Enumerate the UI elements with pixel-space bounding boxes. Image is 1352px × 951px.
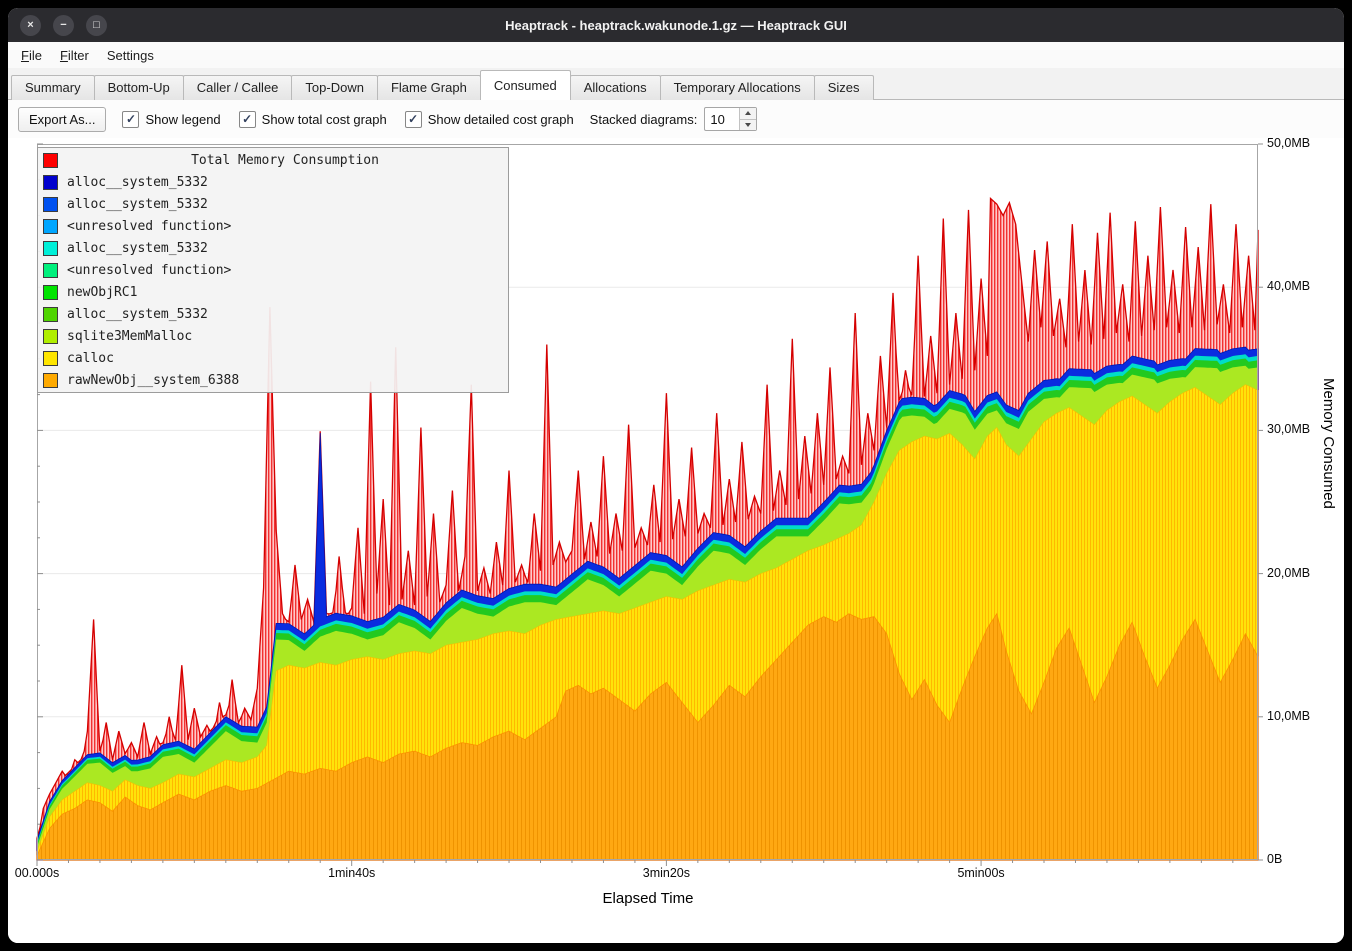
- legend-row: calloc: [38, 347, 508, 369]
- checkbox-box[interactable]: ✓: [239, 111, 256, 128]
- checkbox-box[interactable]: ✓: [122, 111, 139, 128]
- legend-title-row: Total Memory Consumption: [38, 149, 508, 171]
- maximize-button[interactable]: □: [86, 15, 107, 36]
- checkbox-show-legend[interactable]: ✓ Show legend: [122, 111, 220, 128]
- legend-swatch: [43, 241, 58, 256]
- legend-title: Total Memory Consumption: [67, 153, 503, 168]
- legend-swatch: [43, 373, 58, 388]
- legend-label: alloc__system_5332: [67, 307, 208, 322]
- y-axis-tick-label: 20,0MB: [1267, 566, 1310, 580]
- export-as-button[interactable]: Export As...: [18, 107, 106, 132]
- legend-label: newObjRC1: [67, 285, 137, 300]
- window-controls: ×−□: [20, 8, 107, 42]
- tab-consumed[interactable]: Consumed: [480, 70, 571, 100]
- y-axis-tick-label: 10,0MB: [1267, 709, 1310, 723]
- checkbox-show-total-cost-graph[interactable]: ✓ Show total cost graph: [239, 111, 387, 128]
- x-axis-tick-label: 00.000s: [15, 866, 59, 880]
- legend-swatch: [43, 175, 58, 190]
- legend-swatch: [43, 197, 58, 212]
- chart-area: Total Memory Consumption alloc__system_53…: [8, 138, 1344, 943]
- stacked-diagrams-group: Stacked diagrams: 10: [590, 107, 758, 131]
- legend-row: rawNewObj__system_6388: [38, 369, 508, 391]
- checkbox-label: Show detailed cost graph: [428, 112, 574, 127]
- menu-file[interactable]: File: [12, 44, 51, 67]
- legend-row: sqlite3MemMalloc: [38, 325, 508, 347]
- checkbox-group: ✓ Show legend ✓ Show total cost graph ✓ Show …: [122, 111, 573, 128]
- chevron-down-icon: [745, 123, 751, 127]
- menu-settings[interactable]: Settings: [98, 44, 163, 67]
- tab-caller-callee[interactable]: Caller / Callee: [183, 75, 293, 100]
- tab-top-down[interactable]: Top-Down: [291, 75, 378, 100]
- stacked-diagrams-label: Stacked diagrams:: [590, 112, 698, 127]
- legend-row: <unresolved function>: [38, 215, 508, 237]
- checkbox-show-detailed-cost-graph[interactable]: ✓ Show detailed cost graph: [405, 111, 574, 128]
- x-axis-title: Elapsed Time: [603, 890, 694, 907]
- tab-flame-graph[interactable]: Flame Graph: [377, 75, 481, 100]
- legend-label: sqlite3MemMalloc: [67, 329, 192, 344]
- legend-swatch: [43, 307, 58, 322]
- legend-swatch: [43, 153, 58, 168]
- legend-label: <unresolved function>: [67, 263, 231, 278]
- y-axis-tick-label: 0B: [1267, 852, 1282, 866]
- close-button[interactable]: ×: [20, 15, 41, 36]
- tab-summary[interactable]: Summary: [11, 75, 95, 100]
- menu-bar: FileFilterSettings: [8, 42, 1344, 68]
- legend-label: alloc__system_5332: [67, 197, 208, 212]
- tab-sizes[interactable]: Sizes: [814, 75, 874, 100]
- tab-bar: SummaryBottom-UpCaller / CalleeTop-DownF…: [8, 68, 1344, 100]
- checkbox-label: Show legend: [145, 112, 220, 127]
- legend-label: alloc__system_5332: [67, 175, 208, 190]
- stacked-diagrams-decrement-button[interactable]: [740, 120, 756, 131]
- legend-row: alloc__system_5332: [38, 303, 508, 325]
- x-axis-tick-label: 5min00s: [957, 866, 1004, 880]
- x-axis-tick-label: 3min20s: [643, 866, 690, 880]
- legend-row: alloc__system_5332: [38, 237, 508, 259]
- legend-label: <unresolved function>: [67, 219, 231, 234]
- menu-filter[interactable]: Filter: [51, 44, 98, 67]
- y-axis-tick-label: 40,0MB: [1267, 279, 1310, 293]
- toolbar: Export As... ✓ Show legend ✓ Show total cos…: [8, 100, 1344, 138]
- y-axis-tick-label: 50,0MB: [1267, 136, 1310, 150]
- stacked-diagrams-value[interactable]: 10: [705, 108, 739, 130]
- chevron-up-icon: [745, 111, 751, 115]
- legend-swatch: [43, 219, 58, 234]
- checkbox-label: Show total cost graph: [262, 112, 387, 127]
- application-window: ×−□ Heaptrack - heaptrack.wakunode.1.gz …: [8, 8, 1344, 943]
- legend-swatch: [43, 351, 58, 366]
- minimize-button[interactable]: −: [53, 15, 74, 36]
- tab-temporary-allocations[interactable]: Temporary Allocations: [660, 75, 815, 100]
- legend-swatch: [43, 285, 58, 300]
- legend-row: alloc__system_5332: [38, 171, 508, 193]
- chart-legend: Total Memory Consumption alloc__system_53…: [37, 147, 509, 393]
- legend-swatch: [43, 329, 58, 344]
- y-axis-title: Memory Consumed: [1320, 378, 1337, 509]
- stacked-diagrams-spinner[interactable]: 10: [704, 107, 757, 131]
- legend-row: newObjRC1: [38, 281, 508, 303]
- legend-row: <unresolved function>: [38, 259, 508, 281]
- tab-bottom-up[interactable]: Bottom-Up: [94, 75, 184, 100]
- x-axis-tick-label: 1min40s: [328, 866, 375, 880]
- legend-label: alloc__system_5332: [67, 241, 208, 256]
- tab-allocations[interactable]: Allocations: [570, 75, 661, 100]
- stacked-diagrams-increment-button[interactable]: [740, 108, 756, 120]
- title-bar[interactable]: ×−□ Heaptrack - heaptrack.wakunode.1.gz …: [8, 8, 1344, 42]
- legend-label: calloc: [67, 351, 114, 366]
- legend-label: rawNewObj__system_6388: [67, 373, 239, 388]
- checkbox-box[interactable]: ✓: [405, 111, 422, 128]
- legend-swatch: [43, 263, 58, 278]
- window-title: Heaptrack - heaptrack.wakunode.1.gz — He…: [505, 18, 847, 33]
- y-axis-tick-label: 30,0MB: [1267, 422, 1310, 436]
- legend-row: alloc__system_5332: [38, 193, 508, 215]
